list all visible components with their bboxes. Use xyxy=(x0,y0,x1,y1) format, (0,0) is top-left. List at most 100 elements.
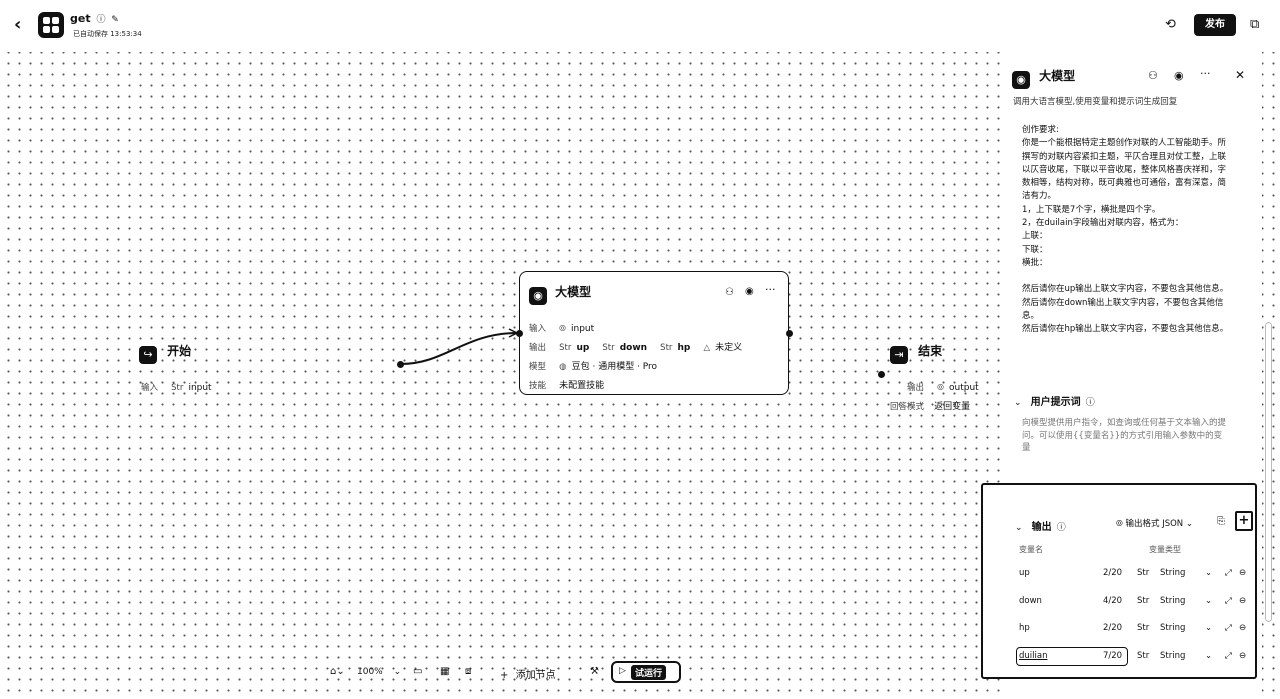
start-input-name: input xyxy=(188,383,212,393)
end-icon: ⇥ xyxy=(890,346,908,364)
minimap-icon[interactable]: ⧈ xyxy=(465,666,471,677)
remove-icon[interactable]: ⊖ xyxy=(1239,623,1246,633)
type-prefix: Str xyxy=(1137,623,1150,633)
prompt-line: 下联： xyxy=(1022,244,1048,255)
llm-node[interactable]: ◉ 大模型 ⚇ ◉ ··· 输入 ⦾ input 输出 Str up Str d… xyxy=(519,271,789,395)
chevron-down-icon[interactable]: ⌄ xyxy=(1205,568,1212,578)
edit-icon[interactable]: ✎ xyxy=(111,15,119,25)
output-section: ⌄ 输出 ⓘ ⦾ 输出格式 JSON ⌄ ⎘ + 变量名 变量类型 up 2/2… xyxy=(981,483,1257,679)
end-mode-label: 回答模式 xyxy=(890,402,925,412)
remove-icon[interactable]: ⊖ xyxy=(1239,596,1246,606)
chevron-down-icon[interactable]: ⌄ xyxy=(1205,651,1212,661)
comment-icon[interactable]: ▭ xyxy=(413,666,422,677)
start-node-title: 开始 xyxy=(167,344,192,358)
pointer-mode-icon[interactable]: ⌂⌄ xyxy=(330,666,345,677)
type-prefix: Str xyxy=(1137,568,1150,578)
prompt-line: 数相等，结构对称，既可典雅也可通俗，富有深意，简 xyxy=(1022,178,1227,189)
panel-scrollbar[interactable] xyxy=(1265,322,1272,622)
layout-icon[interactable]: ⧉ xyxy=(1250,17,1259,32)
end-input-port[interactable] xyxy=(878,371,885,378)
plus-icon: + xyxy=(500,670,509,681)
var-name-input[interactable]: duilian xyxy=(1019,651,1047,661)
chevron-down-icon: ⌄ xyxy=(1014,398,1022,408)
start-node[interactable]: ↪ 开始 xyxy=(139,342,191,364)
prompt-line: 1，上下联是7个字，横批是四个字。 xyxy=(1022,204,1161,215)
history-icon[interactable]: ⟲ xyxy=(1165,17,1176,32)
var-name-input[interactable]: down xyxy=(1019,596,1042,606)
info-icon: ⓘ xyxy=(1085,398,1095,408)
prompt-line: 2，在duilain字段输出对联内容，格式为： xyxy=(1022,218,1184,229)
placeholder-line: 问。可以使用{{变量名}}的方式引用输入参数中的变 xyxy=(1022,430,1223,441)
var-name-count: 4/20 xyxy=(1103,596,1123,606)
add-node-label: 添加节点 xyxy=(515,670,556,681)
remove-icon[interactable]: ⊖ xyxy=(1239,568,1246,578)
output-0-name: up xyxy=(576,343,590,353)
test-run-button[interactable]: ▷ 试运行 xyxy=(611,661,681,683)
zoom-level[interactable]: 100% ⌄ xyxy=(357,667,401,677)
llm-node-header: ◉ 大模型 xyxy=(529,283,591,305)
var-type-select[interactable]: String xyxy=(1160,596,1185,606)
workflow-title-text: get xyxy=(70,12,91,25)
copy-icon[interactable]: ⎘ xyxy=(1217,516,1225,527)
llm-node-title: 大模型 xyxy=(555,285,592,299)
prompt-line: 然后请你在up输出上联文字内容，不要包含其他信息。 xyxy=(1022,284,1229,295)
debug-icon[interactable]: ⚇ xyxy=(1148,69,1158,82)
format-icon: ⦾ xyxy=(1116,519,1123,529)
expand-icon[interactable]: ⤢ xyxy=(1225,651,1232,661)
debug-icon[interactable]: ⚇ xyxy=(725,287,734,298)
llm-model-row: 模型 ◍ 豆包 · 通用模型 · Pro xyxy=(529,354,657,373)
output-section-header[interactable]: ⌄ 输出 ⓘ xyxy=(1015,515,1066,534)
add-node-button[interactable]: + 添加节点 xyxy=(500,666,556,681)
expand-icon[interactable]: ⤢ xyxy=(1225,596,1232,606)
run-node-icon[interactable]: ◉ xyxy=(1174,69,1184,82)
user-prompt-input[interactable]: 向模型提供用户指令，如查询或任何基于文本输入的提 问。可以使用{{变量名}}的方… xyxy=(1022,417,1256,455)
output-var-row: up 2/20 Str String ⌄ ⤢ ⊖ xyxy=(983,562,1253,586)
llm-model-label: 模型 xyxy=(529,362,547,372)
publish-button[interactable]: 发布 xyxy=(1194,14,1236,36)
chevron-down-icon: ⌄ xyxy=(393,667,402,677)
info-icon[interactable]: ⓘ xyxy=(96,15,105,25)
placeholder-line: 量 xyxy=(1022,443,1031,453)
zoom-value: 100% xyxy=(357,667,383,677)
more-icon[interactable]: ··· xyxy=(1200,67,1211,80)
var-type-select[interactable]: String xyxy=(1160,568,1185,578)
var-type-select[interactable]: String xyxy=(1160,651,1185,661)
output-var-row: duilian 7/20 Str String ⌄ ⤢ ⊖ xyxy=(983,645,1253,669)
llm-input-label: 输入 xyxy=(529,324,547,334)
prompt-line: 然后请你在hp输出上联文字内容，不要包含其他信息。 xyxy=(1022,324,1229,335)
output-1-name: down xyxy=(619,343,648,353)
end-mode-value: 返回变量 xyxy=(934,402,971,412)
expand-icon[interactable]: ⤢ xyxy=(1225,623,1232,633)
close-icon[interactable]: ✕ xyxy=(1235,68,1245,82)
chevron-down-icon[interactable]: ⌄ xyxy=(1205,623,1212,633)
llm-model-value: 豆包 · 通用模型 · Pro xyxy=(571,362,658,372)
start-output-port[interactable] xyxy=(397,361,404,368)
var-type-select[interactable]: String xyxy=(1160,623,1185,633)
more-icon[interactable]: ··· xyxy=(765,283,776,296)
panel-header: ◉ 大模型 xyxy=(1012,67,1075,89)
var-name-input[interactable]: hp xyxy=(1019,623,1030,633)
prompt-line: 洁有力。 xyxy=(1022,191,1057,202)
chevron-down-icon[interactable]: ⌄ xyxy=(1205,596,1212,606)
llm-output-port[interactable] xyxy=(786,330,793,337)
var-name-count: 7/20 xyxy=(1103,651,1123,661)
llm-input-port[interactable] xyxy=(516,330,523,337)
run-node-icon[interactable]: ◉ xyxy=(745,286,754,297)
debug-tool-icon[interactable]: ⚒ xyxy=(590,666,599,677)
var-name-input[interactable]: up xyxy=(1019,568,1030,578)
system-prompt-text[interactable]: 创作要求: 你是一个能根据特定主题创作对联的人工智能助手。所 撰写的对联内容紧扣… xyxy=(1022,124,1254,336)
back-icon[interactable]: ‹ xyxy=(14,14,21,35)
start-input-type: Str xyxy=(171,383,184,393)
add-output-button[interactable]: + xyxy=(1235,511,1253,531)
grid-icon[interactable]: ▦ xyxy=(440,666,449,677)
end-node[interactable]: ⇥ 结束 xyxy=(890,342,942,364)
remove-icon[interactable]: ⊖ xyxy=(1239,651,1246,661)
user-prompt-header[interactable]: ⌄ 用户提示词 ⓘ xyxy=(1014,390,1095,409)
prompt-line xyxy=(1022,270,1254,283)
output-format-select[interactable]: ⦾ 输出格式 JSON ⌄ xyxy=(1116,517,1193,529)
prompt-line: 创作要求: xyxy=(1022,125,1059,135)
prompt-line: 撰写的对联内容紧扣主题，平仄合理且对仗工整，上联 xyxy=(1022,151,1227,162)
start-input-label: 输入 xyxy=(141,383,159,393)
output-0-type: Str xyxy=(559,343,572,353)
expand-icon[interactable]: ⤢ xyxy=(1225,568,1232,578)
